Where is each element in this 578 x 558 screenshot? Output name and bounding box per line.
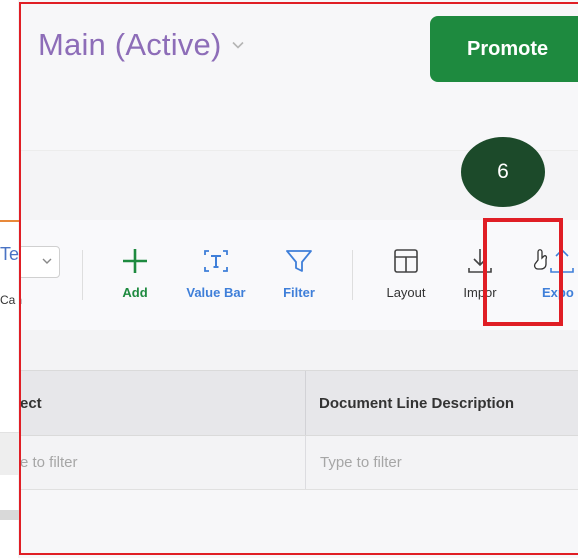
export-highlight — [483, 218, 563, 326]
text-box-icon — [204, 250, 228, 272]
version-selector[interactable]: Main (Active) — [38, 27, 245, 63]
version-select-label: sion — [20, 293, 22, 307]
grid-body — [20, 490, 578, 558]
funnel-icon — [286, 250, 312, 272]
add-button[interactable]: Add — [116, 246, 154, 300]
page-title: Main (Active) — [38, 27, 222, 62]
grid-spacer — [20, 330, 578, 370]
background-tab-underline — [0, 220, 20, 222]
object-filter-input[interactable] — [20, 454, 280, 471]
value-bar-button[interactable]: Value Bar — [180, 246, 252, 300]
column-header-document-line-description[interactable]: Document Line Description — [319, 395, 514, 412]
version-select[interactable] — [20, 246, 60, 278]
chevron-down-icon — [42, 258, 52, 264]
layout-label: Layout — [386, 285, 426, 300]
plus-icon — [123, 249, 147, 273]
chevron-down-icon — [232, 41, 245, 49]
promote-button[interactable]: Promote — [430, 16, 578, 82]
toolbar-divider — [352, 250, 353, 300]
add-label: Add — [122, 285, 148, 300]
toolbar-divider — [82, 250, 83, 300]
version-select-caption: sion — [20, 289, 22, 307]
filter-button[interactable]: Filter — [278, 246, 320, 300]
filter-row — [20, 436, 578, 490]
column-header-object[interactable]: ect — [20, 395, 42, 412]
background-stripe — [0, 510, 20, 520]
column-divider[interactable] — [305, 371, 306, 435]
column-divider — [305, 436, 306, 489]
background-fragment-small: Ca — [0, 293, 16, 307]
panel-header: Main (Active) Promote — [20, 0, 578, 150]
value-bar-label: Value Bar — [186, 285, 246, 300]
filter-label: Filter — [283, 285, 315, 300]
layout-icon — [394, 249, 418, 273]
layout-button[interactable]: Layout — [380, 246, 432, 300]
step-badge: 6 — [461, 137, 545, 207]
description-filter-input[interactable] — [320, 454, 560, 471]
background-row — [0, 432, 20, 475]
grid-header: ect Document Line Description — [20, 370, 578, 436]
